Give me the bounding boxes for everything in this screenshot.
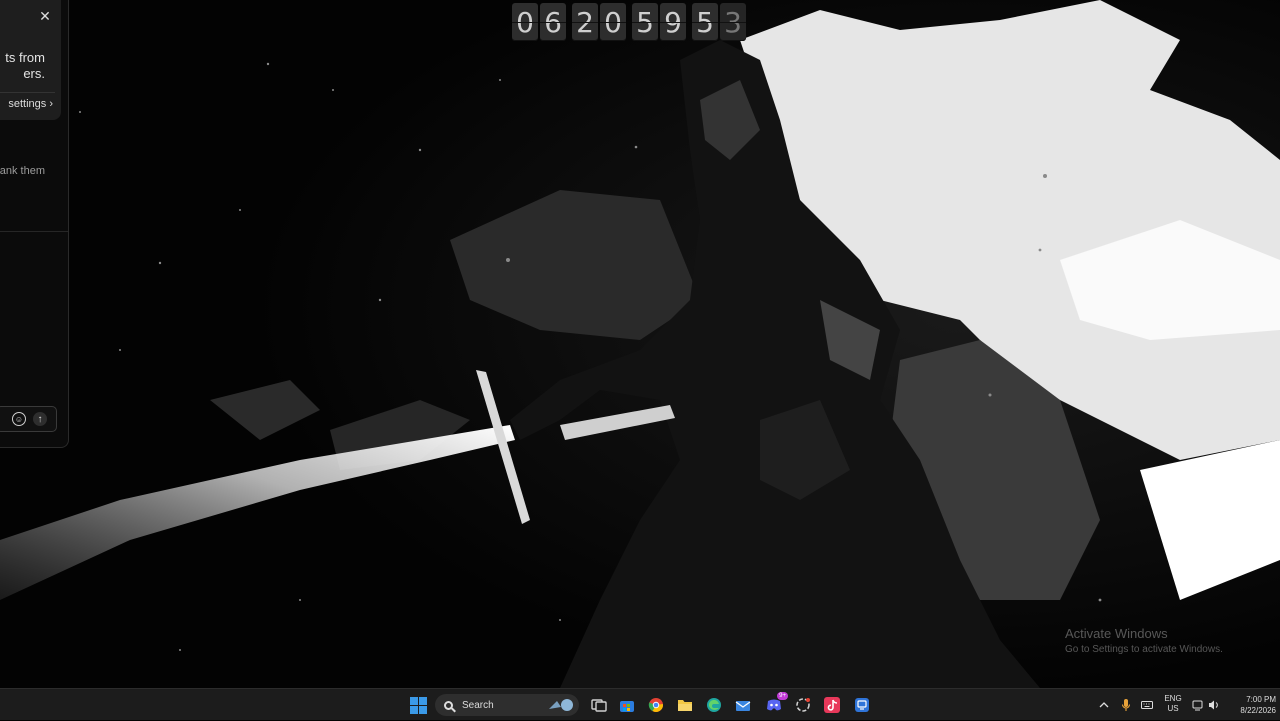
clock-digit: 5	[632, 3, 658, 41]
activate-windows-watermark: Activate Windows Go to Settings to activ…	[1065, 626, 1223, 655]
language-code: ENG	[1164, 694, 1182, 703]
notice-text-line: ts from	[5, 50, 45, 65]
clock-digit: 0	[512, 3, 538, 41]
remote-desktop-icon[interactable]	[852, 695, 872, 715]
chrome-icon[interactable]	[646, 695, 666, 715]
clock-date: 8/22/2026	[1240, 706, 1276, 715]
region-code: US	[1167, 704, 1179, 713]
desktop-wallpaper	[0, 0, 1280, 688]
tiktok-icon[interactable]	[822, 695, 842, 715]
taskbar: Search 9+ ENG US 7:00 PM 8/22/2026	[0, 688, 1280, 720]
windows-start-icon[interactable]	[410, 697, 427, 714]
language-indicator[interactable]: ENG US	[1161, 694, 1185, 714]
notification-badge: 9+	[777, 692, 788, 700]
clock-digit: 2	[572, 3, 598, 41]
notice-card: ✕ ts from ers. settings ›	[0, 0, 61, 120]
divider	[0, 92, 55, 93]
clock-digit: 0	[600, 3, 626, 41]
mail-icon[interactable]	[733, 695, 753, 715]
clock-digit: 6	[540, 3, 566, 41]
settings-link-label: settings	[8, 98, 47, 110]
watermark-subtitle: Go to Settings to activate Windows.	[1065, 644, 1223, 655]
microphone-icon[interactable]	[1121, 689, 1131, 721]
task-view-icon[interactable]	[589, 695, 609, 715]
watermark-title: Activate Windows	[1065, 626, 1168, 641]
message-input[interactable]: ☺ ↑	[0, 406, 57, 432]
emoji-icon[interactable]: ☺	[12, 412, 26, 426]
show-hidden-icons-chevron-icon[interactable]	[1099, 689, 1109, 721]
keyboard-icon[interactable]	[1141, 689, 1153, 721]
clock-time: 7:00 PM	[1246, 695, 1276, 704]
send-icon[interactable]: ↑	[33, 412, 47, 426]
search-icon	[444, 700, 453, 710]
settings-link[interactable]: settings ›	[8, 98, 53, 110]
chat-panel: ✕ ts from ers. settings › ank them ☺ ↑	[0, 0, 69, 448]
clock-digit: 3	[720, 3, 746, 41]
volume-icon[interactable]	[1208, 689, 1220, 721]
discord-icon[interactable]: 9+	[764, 692, 788, 715]
clock-digit: 9	[660, 3, 686, 41]
file-explorer-icon[interactable]	[675, 695, 695, 715]
clock-digit: 5	[692, 3, 718, 41]
notice-text: ts from ers.	[0, 50, 45, 82]
search-highlight-icon	[549, 699, 573, 711]
message-text: ank them	[0, 165, 45, 177]
edge-icon[interactable]	[704, 695, 724, 715]
close-icon[interactable]: ✕	[38, 9, 52, 23]
network-icon[interactable]	[1192, 689, 1204, 721]
flip-clock-widget: 0 6 2 0 5 9 5 3	[512, 3, 748, 41]
notice-text-line: ers.	[23, 66, 45, 81]
search-label: Search	[462, 699, 494, 711]
divider	[0, 231, 68, 232]
search-box[interactable]: Search	[435, 694, 579, 716]
chevron-right-icon: ›	[49, 98, 53, 110]
system-clock[interactable]: 7:00 PM 8/22/2026	[1226, 694, 1276, 716]
chatgpt-icon[interactable]	[793, 695, 813, 715]
microsoft-store-icon[interactable]	[617, 695, 637, 715]
